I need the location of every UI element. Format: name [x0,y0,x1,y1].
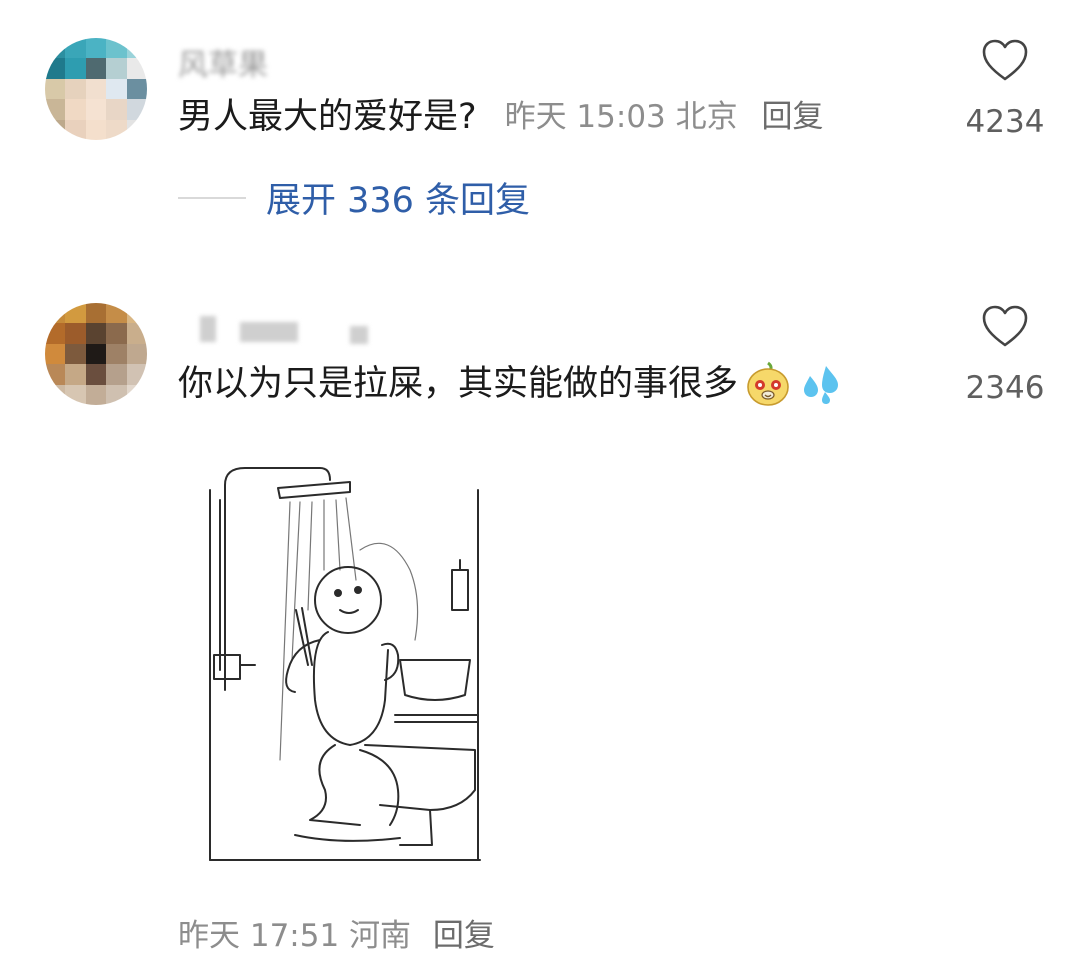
comment-text: 你以为只是拉屎，其实能做的事很多 [178,364,739,404]
comment-location: 北京 [675,99,738,135]
redaction-block [200,316,216,342]
shower-toilet-cartoon-image[interactable] [200,460,490,870]
comment-time: 昨天 15:03 [504,99,666,135]
comment-meta: 昨天 15:03 北京 回复 [505,95,824,139]
redaction-block [240,322,298,342]
username-blurred[interactable]: 风草果 [178,40,298,83]
expand-replies[interactable]: 展开 336 条回复 [178,172,530,223]
redaction-block [350,326,368,344]
reply-button[interactable]: 回复 [433,918,495,954]
avatar[interactable] [45,303,147,405]
avatar[interactable] [45,38,147,140]
comment-item: 风草果 男人最大的爱好是? 昨天 15:03 北京 回复 4234 展开 336… [0,0,1080,240]
like-count: 2346 [965,370,1045,406]
comment-body: 你以为只是拉屎，其实能做的事很多 [178,360,842,408]
reply-button[interactable]: 回复 [762,99,824,135]
sweat-droplets-emoji [804,366,839,404]
like-count: 4234 [965,104,1045,140]
username-blurred[interactable] [178,308,378,348]
like-button[interactable]: 4234 [960,38,1050,140]
heart-outline-icon [982,39,1028,81]
expand-replies-label[interactable]: 展开 336 条回复 [266,172,530,223]
comment-item: 你以为只是拉屎，其实能做的事很多 2346 [0,290,1080,970]
comment-meta: 昨天 17:51 河南 回复 [178,910,495,955]
comment-time: 昨天 17:51 [178,918,340,954]
yellow-cartoon-face-emoji [747,361,789,406]
like-button[interactable]: 2346 [960,304,1050,406]
comment-location: 河南 [349,918,412,954]
username-text: 风草果 [178,48,268,83]
comment-body: 男人最大的爱好是? 昨天 15:03 北京 回复 [178,95,824,139]
heart-outline-icon [982,305,1028,347]
comment-text: 男人最大的爱好是? [178,97,477,137]
divider-line [178,196,246,199]
